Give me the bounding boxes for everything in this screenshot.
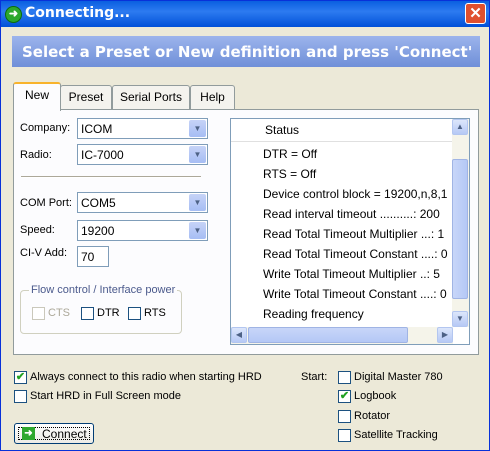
close-button[interactable]: ✕ [465,3,486,24]
list-item: Reading frequency [263,307,364,321]
com-port-select[interactable]: COM5 ▼ [77,192,208,213]
chevron-down-icon[interactable]: ▼ [189,120,206,137]
always-connect-checkbox[interactable]: ✔ [14,371,27,384]
list-item: Read interval timeout ..........: 200 [263,207,440,221]
vertical-scroll-thumb[interactable] [452,159,468,299]
scroll-right-icon[interactable]: ▶ [437,327,453,343]
rts-checkbox[interactable] [128,307,141,320]
rotator-checkbox[interactable] [338,410,351,423]
scroll-down-icon[interactable]: ▼ [452,311,468,327]
tab-preset[interactable]: Preset [60,85,112,110]
rts-label: RTS [144,307,166,319]
start-label: Start: [301,371,328,383]
chevron-down-icon[interactable]: ▼ [189,146,206,163]
cts-label: CTS [48,307,70,319]
flow-control-title: Flow control / Interface power [29,284,178,296]
digital-master-checkbox[interactable] [338,371,351,384]
dtr-label: DTR [97,307,120,319]
arrow-right-icon: ➜ [22,427,35,440]
full-screen-checkbox[interactable] [14,390,27,403]
status-header-label: Status [265,123,300,137]
satellite-tracking-label: Satellite Tracking [354,429,438,441]
separator [21,176,201,178]
scroll-left-icon[interactable]: ◀ [231,327,247,343]
full-screen-label: Start HRD in Full Screen mode [30,390,181,402]
company-select[interactable]: ICOM ▼ [77,118,208,139]
satellite-tracking-checkbox[interactable] [338,429,351,442]
window-title: Connecting... [25,5,131,21]
vertical-scrollbar[interactable]: ▲ ▼ [452,119,469,327]
radio-select[interactable]: IC-7000 ▼ [77,144,208,165]
always-connect-label: Always connect to this radio when starti… [30,371,262,383]
connecting-dialog: ➜ Connecting... ✕ Select a Preset or New… [0,0,490,451]
connect-button-label: Connect [42,427,87,441]
radio-value: IC-7000 [81,148,124,162]
logbook-label: Logbook [354,390,397,402]
banner-text: Select a Preset or New definition and pr… [22,43,473,61]
radio-label: Radio: [20,149,52,161]
horizontal-scrollbar[interactable]: ◀ ▶ [231,327,453,344]
tab-new[interactable]: New [13,82,61,111]
horizontal-scroll-thumb[interactable] [248,327,408,343]
civ-address-label: CI-V Add: [20,247,68,259]
com-port-value: COM5 [81,196,116,210]
title-bar[interactable]: ➜ Connecting... ✕ [1,1,489,27]
status-column-header[interactable]: Status [231,119,453,142]
company-value: ICOM [81,122,113,136]
tab-serial-ports[interactable]: Serial Ports [112,85,190,110]
list-item: Write Total Timeout Multiplier ..: 5 [263,267,440,281]
list-item: Write Total Timeout Constant ....: 0 [263,287,447,301]
chevron-down-icon[interactable]: ▼ [189,222,206,239]
cts-checkbox[interactable] [32,307,45,320]
list-item: DTR = Off [263,147,318,161]
com-port-label: COM Port: [20,197,72,209]
tab-help[interactable]: Help [190,85,235,110]
list-item: Read Total Timeout Constant ....: 0 [263,247,448,261]
connect-button[interactable]: ➜ Connect [14,423,94,444]
scroll-up-icon[interactable]: ▲ [452,119,468,135]
list-item: Read Total Timeout Multiplier ...: 1 [263,227,445,241]
digital-master-label: Digital Master 780 [354,371,443,383]
speed-label: Speed: [20,224,55,236]
instruction-banner: Select a Preset or New definition and pr… [12,36,480,67]
list-item: RTS = Off [263,167,317,181]
list-item: Device control block = 19200,n,8,1 [263,187,448,201]
civ-address-input[interactable]: 70 [77,246,109,267]
company-label: Company: [20,122,71,134]
speed-select[interactable]: 19200 ▼ [77,220,208,241]
connect-arrow-icon: ➜ [5,6,22,23]
status-list[interactable]: Status DTR = Off RTS = Off Device contro… [230,118,470,345]
logbook-checkbox[interactable]: ✔ [338,390,351,403]
chevron-down-icon[interactable]: ▼ [189,194,206,211]
rotator-label: Rotator [354,410,391,422]
speed-value: 19200 [81,224,115,238]
dtr-checkbox[interactable] [81,307,94,320]
